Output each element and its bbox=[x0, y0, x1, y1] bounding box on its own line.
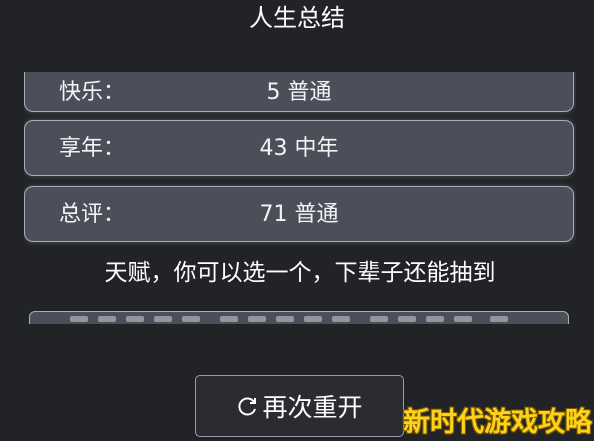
talent-option-text-clipped bbox=[70, 312, 530, 324]
stat-value: 5 普通 bbox=[266, 80, 332, 105]
restart-button-label: 再次重开 bbox=[262, 393, 363, 422]
page-title: 人生总结 bbox=[249, 4, 345, 32]
summary-scroll-area[interactable]: 快乐： 5 普通 享年： 43 中年 总评： 71 普通 天赋，你可以选一个，下… bbox=[24, 72, 576, 324]
stat-value: 71 普通 bbox=[259, 202, 339, 227]
watermark: 新时代游戏攻略 bbox=[403, 407, 592, 438]
stat-row-lifespan: 享年： 43 中年 bbox=[24, 120, 574, 176]
restart-button[interactable]: 再次重开 bbox=[195, 375, 404, 437]
talent-option[interactable] bbox=[29, 311, 569, 324]
talent-heading: 天赋，你可以选一个，下辈子还能抽到 bbox=[104, 260, 496, 286]
stat-row-overall: 总评： 71 普通 bbox=[24, 186, 574, 242]
stat-value: 43 中年 bbox=[259, 136, 339, 161]
refresh-icon bbox=[236, 394, 260, 418]
stat-row-happiness: 快乐： 5 普通 bbox=[24, 72, 574, 112]
